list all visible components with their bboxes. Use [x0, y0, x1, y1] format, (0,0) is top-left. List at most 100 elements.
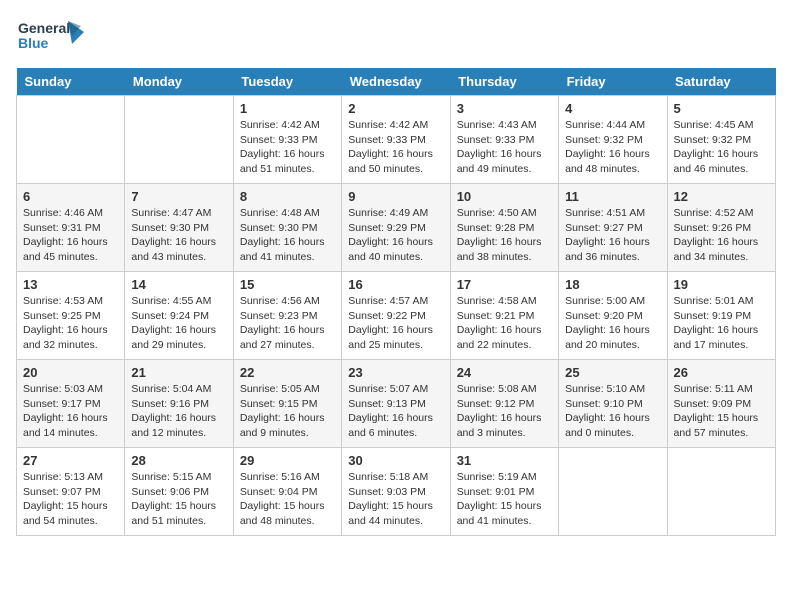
svg-text:General: General — [18, 20, 70, 36]
calendar-cell: 27Sunrise: 5:13 AM Sunset: 9:07 PM Dayli… — [17, 448, 125, 536]
calendar-cell: 28 Sunrise: 5:15 AM Sunset: 9:06 PM Dayli… — [125, 448, 233, 536]
calendar-cell: 9Sunrise: 4:49 AM Sunset: 9:29 PM Daylig… — [342, 184, 450, 272]
day-number: 10 — [457, 189, 552, 204]
calendar-cell — [667, 448, 775, 536]
calendar-cell: 10Sunrise: 4:50 AM Sunset: 9:28 PM Dayli… — [450, 184, 558, 272]
cell-content: Sunrise: 4:48 AM Sunset: 9:30 PM Dayligh… — [240, 206, 335, 265]
calendar-header-row: SundayMondayTuesdayWednesdayThursdayFrid… — [17, 68, 776, 96]
day-number: 8 — [240, 189, 335, 204]
cell-content: Sunrise: 4:51 AM Sunset: 9:27 PM Dayligh… — [565, 206, 660, 265]
cell-content: Sunrise: 5:18 AM Sunset: 9:03 PM Dayligh… — [348, 470, 443, 529]
day-number: 11 — [565, 189, 660, 204]
day-number: 14 — [131, 277, 226, 292]
cell-content: Sunrise: 5:00 AM Sunset: 9:20 PM Dayligh… — [565, 294, 660, 353]
cell-content: Sunrise: 5:04 AM Sunset: 9:16 PM Dayligh… — [131, 382, 226, 441]
day-number: 19 — [674, 277, 769, 292]
calendar-cell: 24 Sunrise: 5:08 AM Sunset: 9:12 PM Dayli… — [450, 360, 558, 448]
day-number: 17 — [457, 277, 552, 292]
cell-content: Sunrise: 4:52 AM Sunset: 9:26 PM Dayligh… — [674, 206, 769, 265]
cell-content: Sunrise: 5:03 AM Sunset: 9:17 PM Dayligh… — [23, 382, 118, 441]
page-header: GeneralBlue — [16, 16, 776, 56]
cell-content: Sunrise: 5:11 AM Sunset: 9:09 PM Dayligh… — [674, 382, 769, 441]
day-number: 12 — [674, 189, 769, 204]
calendar-cell: 6 Sunrise: 4:46 AM Sunset: 9:31 PM Daylig… — [17, 184, 125, 272]
cell-content: Sunrise: 4:47 AM Sunset: 9:30 PM Dayligh… — [131, 206, 226, 265]
calendar-week-0: 1 Sunrise: 4:42 AM Sunset: 9:33 PM Daylig… — [17, 96, 776, 184]
cell-content: Sunrise: 5:07 AM Sunset: 9:13 PM Dayligh… — [348, 382, 443, 441]
day-number: 30 — [348, 453, 443, 468]
day-number: 6 — [23, 189, 118, 204]
calendar-cell: 8 Sunrise: 4:48 AM Sunset: 9:30 PM Daylig… — [233, 184, 341, 272]
calendar-cell: 25 Sunrise: 5:10 AM Sunset: 9:10 PM Dayli… — [559, 360, 667, 448]
calendar-cell — [17, 96, 125, 184]
cell-content: Sunrise: 4:43 AM Sunset: 9:33 PM Dayligh… — [457, 118, 552, 177]
cell-content: Sunrise: 5:01 AM Sunset: 9:19 PM Dayligh… — [674, 294, 769, 353]
day-number: 22 — [240, 365, 335, 380]
cell-content: Sunrise: 4:46 AM Sunset: 9:31 PM Dayligh… — [23, 206, 118, 265]
day-number: 28 — [131, 453, 226, 468]
logo-svg: GeneralBlue — [16, 16, 86, 56]
day-number: 24 — [457, 365, 552, 380]
calendar-cell: 11 Sunrise: 4:51 AM Sunset: 9:27 PM Dayli… — [559, 184, 667, 272]
calendar-cell: 31Sunrise: 5:19 AM Sunset: 9:01 PM Dayli… — [450, 448, 558, 536]
calendar-cell: 7 Sunrise: 4:47 AM Sunset: 9:30 PM Daylig… — [125, 184, 233, 272]
calendar-cell: 22 Sunrise: 5:05 AM Sunset: 9:15 PM Dayli… — [233, 360, 341, 448]
calendar-cell: 12 Sunrise: 4:52 AM Sunset: 9:26 PM Dayli… — [667, 184, 775, 272]
calendar-cell: 26 Sunrise: 5:11 AM Sunset: 9:09 PM Dayli… — [667, 360, 775, 448]
calendar-cell: 5 Sunrise: 4:45 AM Sunset: 9:32 PM Daylig… — [667, 96, 775, 184]
header-friday: Friday — [559, 68, 667, 96]
day-number: 13 — [23, 277, 118, 292]
calendar-cell: 13 Sunrise: 4:53 AM Sunset: 9:25 PM Dayli… — [17, 272, 125, 360]
calendar-cell: 14 Sunrise: 4:55 AM Sunset: 9:24 PM Dayli… — [125, 272, 233, 360]
day-number: 7 — [131, 189, 226, 204]
day-number: 1 — [240, 101, 335, 116]
day-number: 15 — [240, 277, 335, 292]
calendar-cell: 2 Sunrise: 4:42 AM Sunset: 9:33 PM Daylig… — [342, 96, 450, 184]
calendar-cell: 15Sunrise: 4:56 AM Sunset: 9:23 PM Dayli… — [233, 272, 341, 360]
logo: GeneralBlue — [16, 16, 86, 56]
day-number: 26 — [674, 365, 769, 380]
cell-content: Sunrise: 4:58 AM Sunset: 9:21 PM Dayligh… — [457, 294, 552, 353]
cell-content: Sunrise: 4:42 AM Sunset: 9:33 PM Dayligh… — [348, 118, 443, 177]
calendar-cell: 29 Sunrise: 5:16 AM Sunset: 9:04 PM Dayli… — [233, 448, 341, 536]
cell-content: Sunrise: 4:45 AM Sunset: 9:32 PM Dayligh… — [674, 118, 769, 177]
cell-content: Sunrise: 5:16 AM Sunset: 9:04 PM Dayligh… — [240, 470, 335, 529]
calendar-cell: 3 Sunrise: 4:43 AM Sunset: 9:33 PM Daylig… — [450, 96, 558, 184]
calendar-table: SundayMondayTuesdayWednesdayThursdayFrid… — [16, 68, 776, 536]
cell-content: Sunrise: 4:55 AM Sunset: 9:24 PM Dayligh… — [131, 294, 226, 353]
calendar-cell: 21 Sunrise: 5:04 AM Sunset: 9:16 PM Dayli… — [125, 360, 233, 448]
calendar-week-3: 20Sunrise: 5:03 AM Sunset: 9:17 PM Dayli… — [17, 360, 776, 448]
day-number: 9 — [348, 189, 443, 204]
cell-content: Sunrise: 4:53 AM Sunset: 9:25 PM Dayligh… — [23, 294, 118, 353]
cell-content: Sunrise: 5:13 AM Sunset: 9:07 PM Dayligh… — [23, 470, 118, 529]
calendar-cell: 17 Sunrise: 4:58 AM Sunset: 9:21 PM Dayli… — [450, 272, 558, 360]
day-number: 25 — [565, 365, 660, 380]
calendar-cell — [125, 96, 233, 184]
calendar-cell: 23 Sunrise: 5:07 AM Sunset: 9:13 PM Dayli… — [342, 360, 450, 448]
header-tuesday: Tuesday — [233, 68, 341, 96]
day-number: 16 — [348, 277, 443, 292]
header-wednesday: Wednesday — [342, 68, 450, 96]
cell-content: Sunrise: 5:15 AM Sunset: 9:06 PM Dayligh… — [131, 470, 226, 529]
day-number: 2 — [348, 101, 443, 116]
day-number: 29 — [240, 453, 335, 468]
day-number: 23 — [348, 365, 443, 380]
calendar-cell: 18Sunrise: 5:00 AM Sunset: 9:20 PM Dayli… — [559, 272, 667, 360]
cell-content: Sunrise: 5:05 AM Sunset: 9:15 PM Dayligh… — [240, 382, 335, 441]
calendar-cell: 30 Sunrise: 5:18 AM Sunset: 9:03 PM Dayli… — [342, 448, 450, 536]
cell-content: Sunrise: 5:08 AM Sunset: 9:12 PM Dayligh… — [457, 382, 552, 441]
header-sunday: Sunday — [17, 68, 125, 96]
day-number: 3 — [457, 101, 552, 116]
day-number: 21 — [131, 365, 226, 380]
cell-content: Sunrise: 4:44 AM Sunset: 9:32 PM Dayligh… — [565, 118, 660, 177]
day-number: 5 — [674, 101, 769, 116]
cell-content: Sunrise: 5:10 AM Sunset: 9:10 PM Dayligh… — [565, 382, 660, 441]
calendar-cell: 20Sunrise: 5:03 AM Sunset: 9:17 PM Dayli… — [17, 360, 125, 448]
calendar-week-4: 27Sunrise: 5:13 AM Sunset: 9:07 PM Dayli… — [17, 448, 776, 536]
calendar-cell: 4 Sunrise: 4:44 AM Sunset: 9:32 PM Daylig… — [559, 96, 667, 184]
day-number: 4 — [565, 101, 660, 116]
calendar-cell — [559, 448, 667, 536]
header-saturday: Saturday — [667, 68, 775, 96]
calendar-cell: 19 Sunrise: 5:01 AM Sunset: 9:19 PM Dayli… — [667, 272, 775, 360]
svg-text:Blue: Blue — [18, 35, 49, 51]
